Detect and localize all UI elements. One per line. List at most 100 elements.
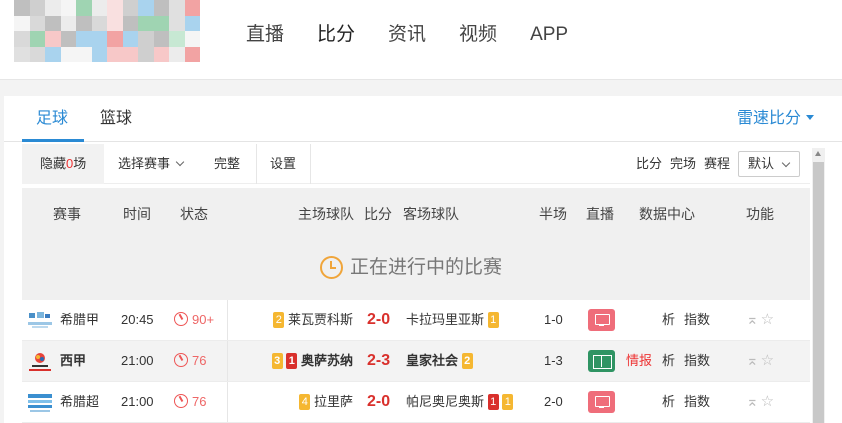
main-nav: 直播 比分 资讯 视频 APP [246, 22, 601, 48]
pin-top-icon[interactable]: ⌅ [746, 352, 759, 369]
table-row[interactable]: 希腊甲 20:45 90+ 2 莱瓦贾科斯 2-0 卡拉玛里亚斯 1 1-0 析… [22, 300, 810, 341]
col-function: 功能 [746, 206, 774, 222]
pitch-animation-icon[interactable] [588, 350, 615, 372]
speed-score-label: 雷速比分 [736, 110, 801, 127]
away-team: 卡拉玛里亚斯 [406, 312, 485, 327]
odds-index-link[interactable]: 指数 [684, 382, 710, 422]
nav-item-app[interactable]: APP [530, 22, 568, 48]
settings-label: 设置 [270, 156, 297, 171]
star-icon[interactable]: ☆ [761, 311, 774, 328]
match-minute: 76 [192, 353, 207, 368]
col-data-center: 数据中心 [639, 206, 695, 222]
sort-select[interactable]: 默认 [738, 151, 800, 177]
score-panel: 足球 篮球 雷速比分 隐藏0场 选择赛事 完整 设置 比分 完场 赛程 默认 赛… [4, 96, 842, 423]
caret-down-icon [806, 115, 814, 120]
match-score[interactable]: 2-3 [367, 341, 390, 381]
away-team-cell[interactable]: 帕尼奥尼奥斯 1 1 [406, 382, 514, 422]
site-logo[interactable] [14, 0, 200, 62]
yellow-card-count: 1 [502, 394, 514, 410]
match-time: 21:00 [121, 394, 154, 409]
chevron-down-icon [781, 158, 791, 168]
tab-basketball[interactable]: 篮球 [100, 108, 132, 130]
home-team-cell[interactable]: 4 拉里萨 [299, 382, 353, 422]
analysis-link[interactable]: 析 [662, 341, 675, 381]
match-time: 21:00 [121, 353, 154, 368]
finished-view-link[interactable]: 完场 [670, 144, 696, 184]
red-card-count: 1 [286, 353, 298, 369]
pin-top-icon[interactable]: ⌅ [746, 311, 759, 328]
sort-select-value: 默认 [748, 156, 775, 171]
settings-button[interactable]: 设置 [256, 144, 310, 184]
match-score[interactable]: 2-0 [367, 300, 390, 340]
table-row[interactable]: 希腊超 21:00 76 4 拉里萨 2-0 帕尼奥尼奥斯 1 1 2-0 析 … [22, 382, 810, 423]
divider [227, 300, 228, 340]
speed-score-dropdown[interactable]: 雷速比分 [737, 108, 814, 130]
nav-item-score[interactable]: 比分 [317, 22, 355, 48]
star-icon[interactable]: ☆ [761, 393, 774, 410]
away-team: 帕尼奥尼奥斯 [406, 394, 485, 409]
match-minute: 90+ [192, 312, 215, 327]
odds-index-link[interactable]: 指数 [684, 341, 710, 381]
nav-item-video[interactable]: 视频 [459, 22, 497, 48]
match-score[interactable]: 2-0 [367, 382, 390, 422]
schedule-view-link[interactable]: 赛程 [704, 144, 730, 184]
half-time-score: 2-0 [544, 394, 563, 409]
league-name[interactable]: 希腊甲 [60, 300, 99, 340]
filter-bar: 隐藏0场 选择赛事 完整 设置 比分 完场 赛程 默认 [22, 144, 810, 184]
col-away: 客场球队 [403, 206, 459, 222]
nav-item-live[interactable]: 直播 [246, 22, 284, 48]
live-section-banner: 正在进行中的比赛 [22, 240, 810, 300]
table-row[interactable]: 西甲 21:00 76 3 1 奥萨苏纳 2-3 皇家社会 2 1-3 情报 析… [22, 341, 810, 382]
yellow-card-count: 2 [273, 312, 285, 328]
intel-link[interactable]: 情报 [626, 341, 652, 381]
laliga-logo-icon [29, 353, 51, 371]
tv-live-icon[interactable] [588, 391, 615, 413]
star-icon[interactable]: ☆ [761, 352, 774, 369]
match-status: 76 [174, 382, 206, 422]
complete-button[interactable]: 完整 [200, 144, 254, 184]
col-home: 主场球队 [298, 206, 354, 222]
stopwatch-icon [174, 353, 188, 367]
hide-matches-button[interactable]: 隐藏0场 [22, 144, 105, 184]
tab-football[interactable]: 足球 [36, 108, 68, 130]
yellow-card-count: 2 [461, 353, 473, 369]
odds-index-link[interactable]: 指数 [684, 300, 710, 340]
super-league-2-logo-icon [28, 312, 52, 328]
vertical-scrollbar[interactable] [812, 148, 825, 423]
sport-tabs: 足球 篮球 雷速比分 [4, 96, 842, 142]
score-view-link[interactable]: 比分 [636, 144, 662, 184]
scrollbar-thumb[interactable] [813, 162, 824, 423]
select-event-label: 选择赛事 [118, 156, 171, 171]
function-icons: ⌅ ☆ [746, 382, 776, 422]
super-league-logo-icon [28, 394, 52, 412]
function-icons: ⌅ ☆ [746, 341, 776, 381]
col-half: 半场 [539, 206, 567, 222]
analysis-link[interactable]: 析 [662, 300, 675, 340]
live-banner-text: 正在进行中的比赛 [350, 257, 503, 278]
half-time-score: 1-3 [544, 353, 563, 368]
home-team-cell[interactable]: 3 1 奥萨苏纳 [271, 341, 353, 381]
home-team-cell[interactable]: 2 莱瓦贾科斯 [273, 300, 353, 340]
away-team-cell[interactable]: 卡拉玛里亚斯 1 [406, 300, 499, 340]
yellow-card-count: 1 [487, 312, 499, 328]
away-team-cell[interactable]: 皇家社会 2 [406, 341, 473, 381]
stopwatch-icon [174, 312, 188, 326]
col-event: 赛事 [53, 206, 81, 222]
col-time: 时间 [123, 206, 151, 222]
league-name[interactable]: 西甲 [60, 341, 86, 381]
home-team: 莱瓦贾科斯 [287, 312, 353, 327]
clock-icon [320, 256, 343, 279]
tv-live-icon[interactable] [588, 309, 615, 331]
nav-item-news[interactable]: 资讯 [388, 22, 426, 48]
select-event-dropdown[interactable]: 选择赛事 [104, 144, 197, 184]
table-header: 赛事 时间 状态 主场球队 比分 客场球队 半场 直播 数据中心 功能 [22, 188, 810, 240]
league-name[interactable]: 希腊超 [60, 382, 99, 422]
pin-top-icon[interactable]: ⌅ [746, 393, 759, 410]
divider [227, 341, 228, 381]
analysis-link[interactable]: 析 [662, 382, 675, 422]
scroll-up-arrow-icon[interactable] [815, 151, 821, 156]
yellow-card-count: 3 [271, 353, 283, 369]
divider [310, 144, 311, 184]
chevron-down-icon [175, 157, 185, 167]
match-time: 20:45 [121, 312, 154, 327]
